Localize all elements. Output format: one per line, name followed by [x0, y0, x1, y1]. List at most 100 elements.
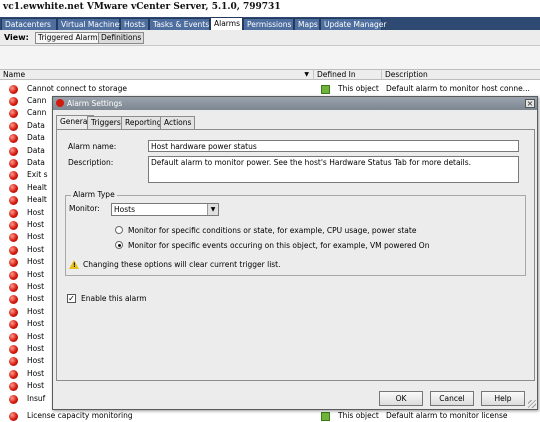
row-name: Host: [27, 368, 45, 378]
alarm-table-header: Name ▼ Defined In Description: [0, 69, 540, 80]
alarm-type-legend: Alarm Type: [71, 190, 117, 199]
ok-button[interactable]: OK: [379, 391, 423, 406]
red-alarm-icon: [9, 196, 18, 206]
dialog-title-bar[interactable]: Alarm Settings ×: [53, 97, 537, 110]
view-bar: View: Triggered Alarms Definitions: [0, 30, 540, 46]
red-alarm-icon: [9, 332, 18, 342]
help-button[interactable]: Help: [481, 391, 525, 406]
red-alarm-icon: [9, 146, 18, 156]
tab-tasks-events[interactable]: Tasks & Events: [149, 18, 210, 30]
sort-arrow-icon: ▼: [304, 71, 309, 78]
row-name: Host: [27, 319, 45, 329]
warning-icon: !: [69, 260, 79, 269]
row-name: Host: [27, 356, 45, 366]
row-name: Host: [27, 244, 45, 254]
red-alarm-icon: [9, 85, 18, 94]
top-tab-strip: Datacenters Virtual Machines Hosts Tasks…: [0, 17, 540, 30]
close-icon[interactable]: ×: [525, 99, 535, 108]
description-label: Description:: [68, 158, 114, 167]
column-defined-in[interactable]: Defined In: [314, 70, 382, 80]
tab-maps[interactable]: Maps: [294, 18, 320, 30]
row-name: Cann: [27, 108, 47, 118]
row-name: Host: [27, 282, 45, 291]
table-row[interactable]: Cannot connect to storage This object De…: [0, 83, 540, 95]
definitions-button[interactable]: Definitions: [98, 32, 145, 44]
alarm-type-group: Alarm Type Monitor: Hosts ▼ Monitor for …: [65, 190, 526, 276]
row-name: License capacity monitoring: [27, 411, 133, 420]
tab-reporting[interactable]: Reporting: [121, 116, 166, 129]
tab-hosts[interactable]: Hosts: [120, 18, 149, 30]
row-name: Host: [27, 344, 45, 353]
green-object-icon: [321, 412, 330, 421]
description-field[interactable]: Default alarm to monitor power. See the …: [148, 156, 519, 183]
red-alarm-icon: [9, 233, 18, 243]
red-alarm-icon: [9, 283, 18, 292]
red-alarm-icon: [9, 295, 18, 305]
dialog-title: Alarm Settings: [67, 99, 123, 108]
radio-conditions[interactable]: [115, 226, 123, 234]
red-alarm-icon: [9, 159, 18, 168]
red-alarm-icon: [9, 307, 18, 317]
column-name-label: Name: [3, 70, 26, 79]
column-description[interactable]: Description: [382, 70, 540, 80]
red-alarm-icon: [9, 109, 18, 119]
enable-alarm-label: Enable this alarm: [81, 294, 147, 303]
alarm-settings-dialog: Alarm Settings × General Triggers Report…: [52, 96, 538, 410]
red-alarm-icon: [9, 221, 18, 230]
row-name: Healt: [27, 182, 47, 192]
row-name: Cann: [27, 96, 47, 105]
monitor-select[interactable]: Hosts ▼: [111, 203, 219, 216]
warning-text: Changing these options will clear curren…: [83, 260, 281, 269]
monitor-label: Monitor:: [69, 204, 100, 213]
tab-permissions[interactable]: Permissions: [243, 18, 294, 30]
view-label: View:: [4, 33, 29, 42]
general-panel: Alarm name: Host hardware power status D…: [56, 129, 535, 381]
row-name: Host: [27, 331, 45, 341]
toolbar-gap: [0, 46, 540, 69]
row-name: Data: [27, 145, 45, 155]
tab-alarms[interactable]: Alarms: [210, 17, 243, 30]
tab-datacenters[interactable]: Datacenters: [1, 18, 57, 30]
red-alarm-icon: [9, 382, 18, 392]
row-name: Data: [27, 158, 45, 167]
alarm-name-label: Alarm name:: [68, 142, 117, 151]
row-name: Data: [27, 120, 45, 130]
row-name: Host: [27, 232, 45, 242]
row-description: Default alarm to monitor license: [386, 411, 508, 420]
tab-triggers[interactable]: Triggers: [87, 116, 125, 129]
alarm-name-field[interactable]: Host hardware power status: [148, 140, 519, 152]
red-alarm-icon: [9, 320, 18, 330]
column-name[interactable]: Name ▼: [0, 70, 314, 80]
red-alarm-icon: [9, 394, 18, 404]
row-name: Healt: [27, 195, 47, 205]
row-defined-in: This object: [338, 411, 379, 420]
red-alarm-icon: [9, 270, 18, 280]
red-alarm-icon: [9, 357, 18, 367]
row-defined-in: This object: [338, 84, 379, 93]
radio-events-label: Monitor for specific events occuring on …: [128, 241, 430, 250]
enable-alarm-checkbox[interactable]: ✓: [67, 294, 76, 303]
red-alarm-icon: [9, 134, 18, 144]
table-row[interactable]: License capacity monitoring This object …: [0, 410, 540, 422]
red-alarm-icon: [9, 369, 18, 379]
red-alarm-icon: [9, 208, 18, 218]
green-object-icon: [321, 85, 330, 94]
red-alarm-icon: [9, 258, 18, 268]
radio-events[interactable]: [115, 241, 123, 249]
red-alarm-icon: [9, 345, 18, 354]
cancel-button[interactable]: Cancel: [430, 391, 474, 406]
row-name: Cannot connect to storage: [27, 84, 127, 93]
resize-grip[interactable]: [528, 400, 536, 408]
tab-virtual-machines[interactable]: Virtual Machines: [57, 18, 123, 30]
alarm-icon: [56, 99, 64, 107]
red-alarm-icon: [9, 121, 18, 131]
monitor-value: Hosts: [114, 205, 135, 214]
row-name: Host: [27, 306, 45, 316]
red-alarm-icon: [9, 412, 18, 421]
row-name: Host: [27, 294, 45, 304]
chevron-down-icon[interactable]: ▼: [207, 204, 218, 215]
triggered-alarms-button[interactable]: Triggered Alarms: [35, 32, 105, 44]
tab-actions[interactable]: Actions: [160, 116, 196, 129]
row-name: Host: [27, 257, 45, 267]
tab-update-manager[interactable]: Update Manager: [320, 18, 386, 30]
